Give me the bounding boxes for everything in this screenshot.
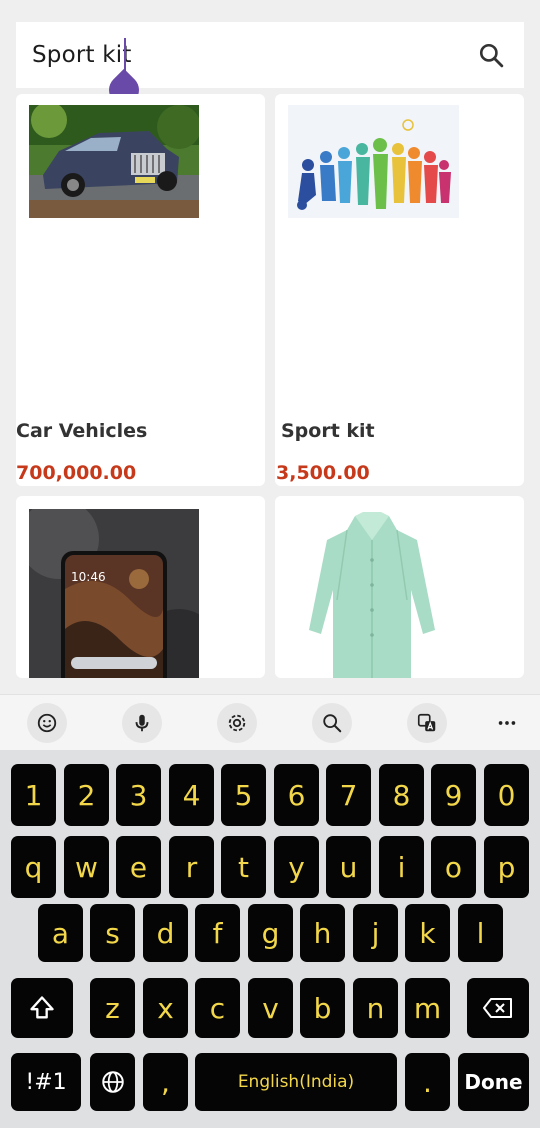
search-icon[interactable] [478, 42, 504, 68]
backspace-icon [483, 998, 512, 1018]
key-7[interactable]: 7 [326, 764, 371, 826]
product-card-phone[interactable]: 10:46 [16, 496, 265, 678]
key-l[interactable]: l [458, 904, 503, 962]
globe-icon [101, 1071, 124, 1093]
shift-icon [30, 996, 54, 1019]
key-t[interactable]: t [221, 836, 266, 898]
key-m[interactable]: m [405, 978, 450, 1038]
key-v[interactable]: v [248, 978, 293, 1038]
key-8[interactable]: 8 [379, 764, 424, 826]
mic-icon[interactable] [122, 703, 162, 743]
key-3[interactable]: 3 [116, 764, 161, 826]
product-price: 3,500.00 [276, 462, 370, 484]
search-icon[interactable] [312, 703, 352, 743]
key-6[interactable]: 6 [274, 764, 319, 826]
key-o[interactable]: o [431, 836, 476, 898]
keyboard-toolbar [0, 694, 540, 750]
emoji-icon[interactable] [27, 703, 67, 743]
product-card-sport-kit[interactable]: Sport kit 3,500.00 [275, 94, 524, 486]
key-9[interactable]: 9 [431, 764, 476, 826]
key-j[interactable]: j [353, 904, 398, 962]
language-key[interactable] [90, 1053, 135, 1111]
period-key[interactable]: . [405, 1053, 450, 1111]
key-w[interactable]: w [64, 836, 109, 898]
product-image-phone: 10:46 [29, 509, 199, 678]
key-h[interactable]: h [300, 904, 345, 962]
product-card-car[interactable]: Car Vehicles 700,000.00 [16, 94, 265, 486]
key-f[interactable]: f [195, 904, 240, 962]
key-b[interactable]: b [300, 978, 345, 1038]
shift-key[interactable] [11, 978, 73, 1038]
search-input[interactable]: Sport kit [32, 42, 132, 68]
phone-clock: 10:46 [71, 570, 106, 584]
product-image-car [29, 105, 199, 218]
key-d[interactable]: d [143, 904, 188, 962]
product-name: Sport kit [281, 420, 375, 442]
settings-icon[interactable] [217, 703, 257, 743]
product-name: Car Vehicles [16, 420, 148, 442]
key-4[interactable]: 4 [169, 764, 214, 826]
key-y[interactable]: y [274, 836, 319, 898]
key-i[interactable]: i [379, 836, 424, 898]
product-image-shirt [309, 512, 435, 678]
symbols-key[interactable]: !#1 [11, 1053, 81, 1111]
keyboard: 1 2 3 4 5 6 7 8 9 0 q w e r t y u i o p … [0, 750, 540, 1128]
key-n[interactable]: n [353, 978, 398, 1038]
comma-key[interactable]: , [143, 1053, 188, 1111]
key-2[interactable]: 2 [64, 764, 109, 826]
product-image-sport-kit [288, 105, 459, 218]
product-price: 700,000.00 [16, 462, 137, 484]
more-icon[interactable] [487, 703, 527, 743]
done-key[interactable]: Done [458, 1053, 529, 1111]
key-z[interactable]: z [90, 978, 135, 1038]
product-card-shirt[interactable] [275, 496, 524, 678]
backspace-key[interactable] [467, 978, 529, 1038]
key-x[interactable]: x [143, 978, 188, 1038]
translate-icon[interactable] [407, 703, 447, 743]
key-p[interactable]: p [484, 836, 529, 898]
key-5[interactable]: 5 [221, 764, 266, 826]
key-g[interactable]: g [248, 904, 293, 962]
key-e[interactable]: e [116, 836, 161, 898]
key-c[interactable]: c [195, 978, 240, 1038]
key-0[interactable]: 0 [484, 764, 529, 826]
key-a[interactable]: a [38, 904, 83, 962]
key-k[interactable]: k [405, 904, 450, 962]
key-q[interactable]: q [11, 836, 56, 898]
key-r[interactable]: r [169, 836, 214, 898]
key-1[interactable]: 1 [11, 764, 56, 826]
space-key[interactable]: English(India) [195, 1053, 397, 1111]
search-bar[interactable]: Sport kit [16, 22, 524, 112]
key-s[interactable]: s [90, 904, 135, 962]
key-u[interactable]: u [326, 836, 371, 898]
